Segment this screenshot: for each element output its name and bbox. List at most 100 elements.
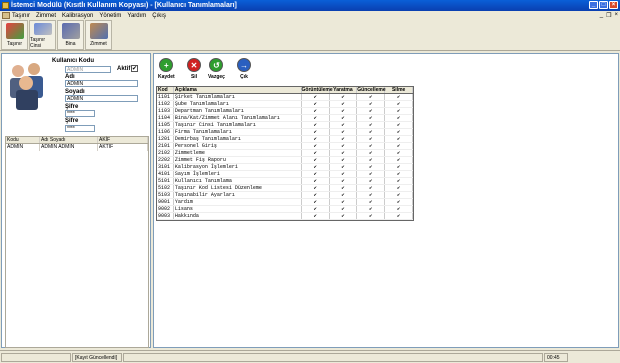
permission-checkbox[interactable]: ✔ <box>385 171 413 177</box>
permission-checkbox[interactable]: ✔ <box>302 143 330 149</box>
permission-checkbox[interactable]: ✔ <box>330 143 358 149</box>
permission-checkbox[interactable]: ✔ <box>302 171 330 177</box>
permission-checkbox[interactable]: ✔ <box>302 199 330 205</box>
permission-checkbox[interactable]: ✔ <box>385 157 413 163</box>
permission-checkbox[interactable]: ✔ <box>385 108 413 114</box>
permission-checkbox[interactable]: ✔ <box>302 129 330 135</box>
permission-checkbox[interactable]: ✔ <box>330 136 358 142</box>
vazgec-button[interactable]: ↺ Vazgeç <box>208 58 225 82</box>
permission-checkbox[interactable]: ✔ <box>330 213 358 219</box>
permission-checkbox[interactable]: ✔ <box>385 136 413 142</box>
permission-checkbox[interactable]: ✔ <box>357 185 386 191</box>
table-row[interactable]: 1106 Firma Tanımlamaları ✔ ✔ ✔ ✔ <box>157 129 413 136</box>
permission-checkbox[interactable]: ✔ <box>302 192 330 198</box>
col-kodu[interactable]: Kodu <box>6 137 40 143</box>
col-kod[interactable]: Kod <box>157 87 174 93</box>
table-row[interactable]: 9003 Hakkında ✔ ✔ ✔ ✔ <box>157 213 413 220</box>
permission-checkbox[interactable]: ✔ <box>385 206 413 212</box>
permission-checkbox[interactable]: ✔ <box>357 136 386 142</box>
permission-checkbox[interactable]: ✔ <box>357 206 386 212</box>
permission-checkbox[interactable]: ✔ <box>330 199 358 205</box>
table-row[interactable]: 1104 Bina/Kat/Zimmet Alanı Tanımlamaları ✔… <box>157 115 413 122</box>
table-row[interactable]: 1102 Şube Tanımlamaları ✔ ✔ ✔ ✔ <box>157 101 413 108</box>
permission-checkbox[interactable]: ✔ <box>357 122 386 128</box>
table-row[interactable]: 5103 Taşınabilir Ayarları ✔ ✔ ✔ ✔ <box>157 192 413 199</box>
permission-checkbox[interactable]: ✔ <box>330 150 358 156</box>
col-aciklama[interactable]: Açıklama <box>174 87 302 93</box>
toolbar-tasinir-button[interactable]: Taşınır <box>1 20 28 50</box>
permission-checkbox[interactable]: ✔ <box>357 199 386 205</box>
permission-checkbox[interactable]: ✔ <box>357 101 386 107</box>
col-goruntuleme[interactable]: Görüntüleme <box>302 87 333 93</box>
col-yaratma[interactable]: Yaratma <box>330 87 358 93</box>
permission-checkbox[interactable]: ✔ <box>385 143 413 149</box>
permission-checkbox[interactable]: ✔ <box>330 164 358 170</box>
permission-checkbox[interactable]: ✔ <box>385 192 413 198</box>
table-row[interactable]: 1103 Departman Tanımlamaları ✔ ✔ ✔ ✔ <box>157 108 413 115</box>
col-adi-soyadi[interactable]: Adı Soyadı <box>40 137 98 143</box>
permission-checkbox[interactable]: ✔ <box>357 108 386 114</box>
col-guncelleme[interactable]: Güncelleme <box>357 87 386 93</box>
table-row[interactable]: 2101 Personel Giriş ✔ ✔ ✔ ✔ <box>157 143 413 150</box>
table-row[interactable]: 3101 Kalibrasyon İşlemleri ✔ ✔ ✔ ✔ <box>157 164 413 171</box>
permission-checkbox[interactable]: ✔ <box>302 108 330 114</box>
permission-checkbox[interactable]: ✔ <box>357 164 386 170</box>
permission-checkbox[interactable]: ✔ <box>385 101 413 107</box>
menu-yardim[interactable]: Yardım <box>127 13 146 19</box>
permission-checkbox[interactable]: ✔ <box>385 164 413 170</box>
permission-checkbox[interactable]: ✔ <box>302 185 330 191</box>
toolbar-bina-button[interactable]: Bina <box>57 20 84 50</box>
maximize-icon[interactable]: □ <box>599 1 608 9</box>
permission-checkbox[interactable]: ✔ <box>302 157 330 163</box>
table-row[interactable]: 9001 Yardım ✔ ✔ ✔ ✔ <box>157 199 413 206</box>
permission-checkbox[interactable]: ✔ <box>302 136 330 142</box>
aktif-checkbox[interactable]: ✔ <box>131 65 138 72</box>
permission-checkbox[interactable]: ✔ <box>357 171 386 177</box>
col-silme[interactable]: Silme <box>385 87 413 93</box>
permission-checkbox[interactable]: ✔ <box>302 213 330 219</box>
permission-checkbox[interactable]: ✔ <box>385 178 413 184</box>
table-row[interactable]: 5102 Taşınır Kod Listesi Düzenleme ✔ ✔ ✔ ✔ <box>157 185 413 192</box>
permission-checkbox[interactable]: ✔ <box>385 199 413 205</box>
table-row[interactable]: 4101 Sayım İşlemleri ✔ ✔ ✔ ✔ <box>157 171 413 178</box>
adi-field[interactable]: ADMIN <box>65 80 138 87</box>
mdi-restore-icon[interactable]: ❐ <box>606 12 611 19</box>
cik-button[interactable]: → Çık <box>237 58 251 82</box>
permission-checkbox[interactable]: ✔ <box>302 164 330 170</box>
permission-checkbox[interactable]: ✔ <box>357 94 386 100</box>
menu-zimmet[interactable]: Zimmet <box>36 13 56 19</box>
permission-checkbox[interactable]: ✔ <box>385 213 413 219</box>
mdi-close-icon[interactable]: × <box>614 12 618 19</box>
permission-checkbox[interactable]: ✔ <box>302 115 330 121</box>
permission-checkbox[interactable]: ✔ <box>330 108 358 114</box>
permission-checkbox[interactable]: ✔ <box>385 185 413 191</box>
table-row[interactable]: 1201 Demirbaş Tanımlamaları ✔ ✔ ✔ ✔ <box>157 136 413 143</box>
permission-checkbox[interactable]: ✔ <box>330 157 358 163</box>
col-akif[interactable]: AKİF <box>98 137 148 143</box>
permission-checkbox[interactable]: ✔ <box>357 178 386 184</box>
permission-checkbox[interactable]: ✔ <box>385 115 413 121</box>
close-icon[interactable]: × <box>609 1 618 9</box>
sifre-field[interactable]: **** <box>65 110 95 117</box>
permission-checkbox[interactable]: ✔ <box>330 171 358 177</box>
kullanici-kodu-field[interactable]: ADMIN <box>65 66 111 73</box>
permission-checkbox[interactable]: ✔ <box>357 157 386 163</box>
permission-checkbox[interactable]: ✔ <box>302 101 330 107</box>
permission-checkbox[interactable]: ✔ <box>302 150 330 156</box>
permission-checkbox[interactable]: ✔ <box>330 192 358 198</box>
mdi-minimize-icon[interactable]: _ <box>600 12 603 19</box>
permission-checkbox[interactable]: ✔ <box>385 150 413 156</box>
permission-checkbox[interactable]: ✔ <box>302 122 330 128</box>
table-row[interactable]: 5101 Kullanıcı Tanımlama ✔ ✔ ✔ ✔ <box>157 178 413 185</box>
soyadi-field[interactable]: ADMIN <box>65 95 138 102</box>
permission-checkbox[interactable]: ✔ <box>357 213 386 219</box>
permission-checkbox[interactable]: ✔ <box>330 101 358 107</box>
permission-checkbox[interactable]: ✔ <box>302 178 330 184</box>
toolbar-tasinir-cinsi-button[interactable]: Taşınır Cinsi <box>29 20 56 50</box>
permission-checkbox[interactable]: ✔ <box>330 122 358 128</box>
permission-checkbox[interactable]: ✔ <box>385 129 413 135</box>
permission-checkbox[interactable]: ✔ <box>302 206 330 212</box>
permission-checkbox[interactable]: ✔ <box>385 122 413 128</box>
permission-checkbox[interactable]: ✔ <box>302 94 330 100</box>
menu-yonetim[interactable]: Yönetim <box>99 13 121 19</box>
